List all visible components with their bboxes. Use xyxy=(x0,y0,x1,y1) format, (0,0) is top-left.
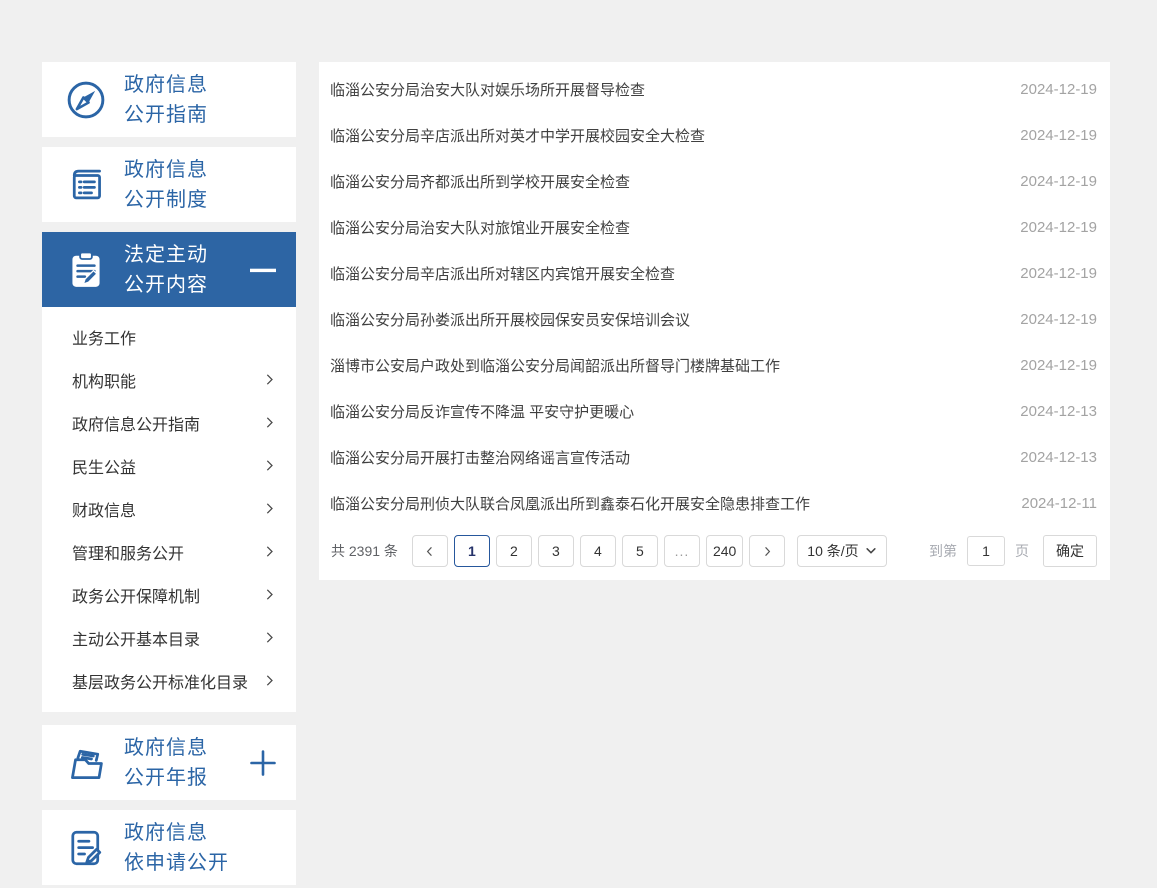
chevron-right-icon xyxy=(261,544,277,560)
sidebar-item-label: 政府信息 公开制度 xyxy=(124,155,246,215)
page-button-5[interactable]: 5 xyxy=(622,535,658,567)
news-row[interactable]: 临淄公安分局辛店派出所对辖区内宾馆开展安全检查 2024-12-19 xyxy=(319,250,1110,296)
pagination-bar: 共 2391 条 1 2 3 4 5 ... 240 10 条/页 xyxy=(327,535,1097,567)
sidebar-item-guide[interactable]: 政府信息 公开指南 xyxy=(42,62,296,137)
clipboard-edit-icon xyxy=(63,247,109,293)
sidebar-submenu: 业务工作 机构职能 政府信息公开指南 民生公益 财 xyxy=(42,307,296,712)
news-row[interactable]: 临淄公安分局反诈宣传不降温 平安守护更暖心 2024-12-13 xyxy=(319,388,1110,434)
goto-prefix-label: 到第 xyxy=(929,541,957,561)
news-date: 2024-12-11 xyxy=(1021,495,1097,512)
news-title-link[interactable]: 临淄公安分局辛店派出所对英才中学开展校园安全大检查 xyxy=(330,125,705,146)
submenu-item-functions[interactable]: 机构职能 xyxy=(42,358,296,401)
chevron-down-icon xyxy=(865,545,877,557)
sidebar-item-request[interactable]: 政府信息 依申请公开 xyxy=(42,810,296,885)
news-title-link[interactable]: 临淄公安分局治安大队对旅馆业开展安全检查 xyxy=(330,217,630,238)
news-date: 2024-12-19 xyxy=(1020,311,1097,328)
news-title-link[interactable]: 临淄公安分局孙娄派出所开展校园保安员安保培训会议 xyxy=(330,309,690,330)
news-date: 2024-12-19 xyxy=(1020,219,1097,236)
sidebar-item-label: 政府信息 公开指南 xyxy=(124,70,246,130)
sidebar-item-label: 政府信息 公开年报 xyxy=(124,733,246,793)
sidebar-item-label: 政府信息 依申请公开 xyxy=(124,818,246,878)
sidebar-item-label: 法定主动 公开内容 xyxy=(124,240,246,300)
page-button-2[interactable]: 2 xyxy=(496,535,532,567)
news-title-link[interactable]: 临淄公安分局齐都派出所到学校开展安全检查 xyxy=(330,171,630,192)
news-row[interactable]: 临淄公安分局治安大队对娱乐场所开展督导检查 2024-12-19 xyxy=(319,66,1110,112)
chevron-right-icon xyxy=(261,673,277,689)
submenu-item-management[interactable]: 管理和服务公开 xyxy=(42,530,296,573)
news-title-link[interactable]: 临淄公安分局开展打击整治网络谣言宣传活动 xyxy=(330,447,630,468)
folder-docs-icon xyxy=(63,740,109,786)
sidebar: 政府信息 公开指南 政府信息 公开制度 xyxy=(42,62,296,885)
compass-icon xyxy=(63,77,109,123)
news-date: 2024-12-19 xyxy=(1020,81,1097,98)
next-page-button[interactable] xyxy=(749,535,785,567)
news-date: 2024-12-19 xyxy=(1020,173,1097,190)
page: 政府信息 公开指南 政府信息 公开制度 xyxy=(0,0,1157,888)
news-title-link[interactable]: 临淄公安分局刑侦大队联合凤凰派出所到鑫泰石化开展安全隐患排查工作 xyxy=(330,493,810,514)
submenu-item-livelihood[interactable]: 民生公益 xyxy=(42,444,296,487)
submenu-item-grassroots-catalog[interactable]: 基层政务公开标准化目录 xyxy=(42,659,296,702)
news-date: 2024-12-19 xyxy=(1020,357,1097,374)
confirm-button[interactable]: 确定 xyxy=(1043,535,1097,567)
news-list: 临淄公安分局治安大队对娱乐场所开展督导检查 2024-12-19 临淄公安分局辛… xyxy=(319,62,1110,526)
news-title-link[interactable]: 淄博市公安局户政处到临淄公安分局闻韶派出所督导门楼牌基础工作 xyxy=(330,355,780,376)
chevron-right-icon xyxy=(261,587,277,603)
news-row[interactable]: 淄博市公安局户政处到临淄公安分局闻韶派出所督导门楼牌基础工作 2024-12-1… xyxy=(319,342,1110,388)
content-panel: 临淄公安分局治安大队对娱乐场所开展督导检查 2024-12-19 临淄公安分局辛… xyxy=(319,62,1110,580)
collapse-icon[interactable] xyxy=(246,253,280,287)
page-button-4[interactable]: 4 xyxy=(580,535,616,567)
page-button-1[interactable]: 1 xyxy=(454,535,490,567)
goto-page-input[interactable] xyxy=(967,536,1005,566)
news-row[interactable]: 临淄公安分局辛店派出所对英才中学开展校园安全大检查 2024-12-19 xyxy=(319,112,1110,158)
expand-icon[interactable] xyxy=(246,746,280,780)
doc-pen-icon xyxy=(63,825,109,871)
news-row[interactable]: 临淄公安分局刑侦大队联合凤凰派出所到鑫泰石化开展安全隐患排查工作 2024-12… xyxy=(319,480,1110,526)
news-date: 2024-12-19 xyxy=(1020,265,1097,282)
sidebar-item-annual-report[interactable]: 政府信息 公开年报 xyxy=(42,725,296,800)
news-date: 2024-12-13 xyxy=(1020,403,1097,420)
goto-suffix-label: 页 xyxy=(1015,541,1029,561)
submenu-item-finance[interactable]: 财政信息 xyxy=(42,487,296,530)
news-date: 2024-12-19 xyxy=(1020,127,1097,144)
news-row[interactable]: 临淄公安分局孙娄派出所开展校园保安员安保培训会议 2024-12-19 xyxy=(319,296,1110,342)
chevron-right-icon xyxy=(261,415,277,431)
news-row[interactable]: 临淄公安分局开展打击整治网络谣言宣传活动 2024-12-13 xyxy=(319,434,1110,480)
chevron-right-icon xyxy=(261,372,277,388)
page-button-240[interactable]: 240 xyxy=(706,535,743,567)
chevron-right-icon xyxy=(261,630,277,646)
chevron-right-icon xyxy=(261,501,277,517)
submenu-item-business[interactable]: 业务工作 xyxy=(42,315,296,358)
register-icon xyxy=(63,162,109,208)
submenu-item-disclosure-guide[interactable]: 政府信息公开指南 xyxy=(42,401,296,444)
total-count-label: 共 2391 条 xyxy=(331,541,398,561)
news-row[interactable]: 临淄公安分局齐都派出所到学校开展安全检查 2024-12-19 xyxy=(319,158,1110,204)
sidebar-item-legal-active[interactable]: 法定主动 公开内容 xyxy=(42,232,296,307)
prev-page-button[interactable] xyxy=(412,535,448,567)
news-row[interactable]: 临淄公安分局治安大队对旅馆业开展安全检查 2024-12-19 xyxy=(319,204,1110,250)
sidebar-item-system[interactable]: 政府信息 公开制度 xyxy=(42,147,296,222)
chevron-left-icon xyxy=(423,545,436,558)
news-title-link[interactable]: 临淄公安分局治安大队对娱乐场所开展督导检查 xyxy=(330,79,645,100)
news-title-link[interactable]: 临淄公安分局辛店派出所对辖区内宾馆开展安全检查 xyxy=(330,263,675,284)
goto-page-group: 到第 页 确定 xyxy=(929,535,1097,567)
submenu-item-basic-catalog[interactable]: 主动公开基本目录 xyxy=(42,616,296,659)
page-size-select[interactable]: 10 条/页 xyxy=(797,535,886,567)
chevron-right-icon xyxy=(261,458,277,474)
chevron-right-icon xyxy=(761,545,774,558)
news-date: 2024-12-13 xyxy=(1020,449,1097,466)
news-title-link[interactable]: 临淄公安分局反诈宣传不降温 平安守护更暖心 xyxy=(330,401,634,422)
page-button-3[interactable]: 3 xyxy=(538,535,574,567)
submenu-item-safeguard[interactable]: 政务公开保障机制 xyxy=(42,573,296,616)
more-pages-button[interactable]: ... xyxy=(664,535,700,567)
